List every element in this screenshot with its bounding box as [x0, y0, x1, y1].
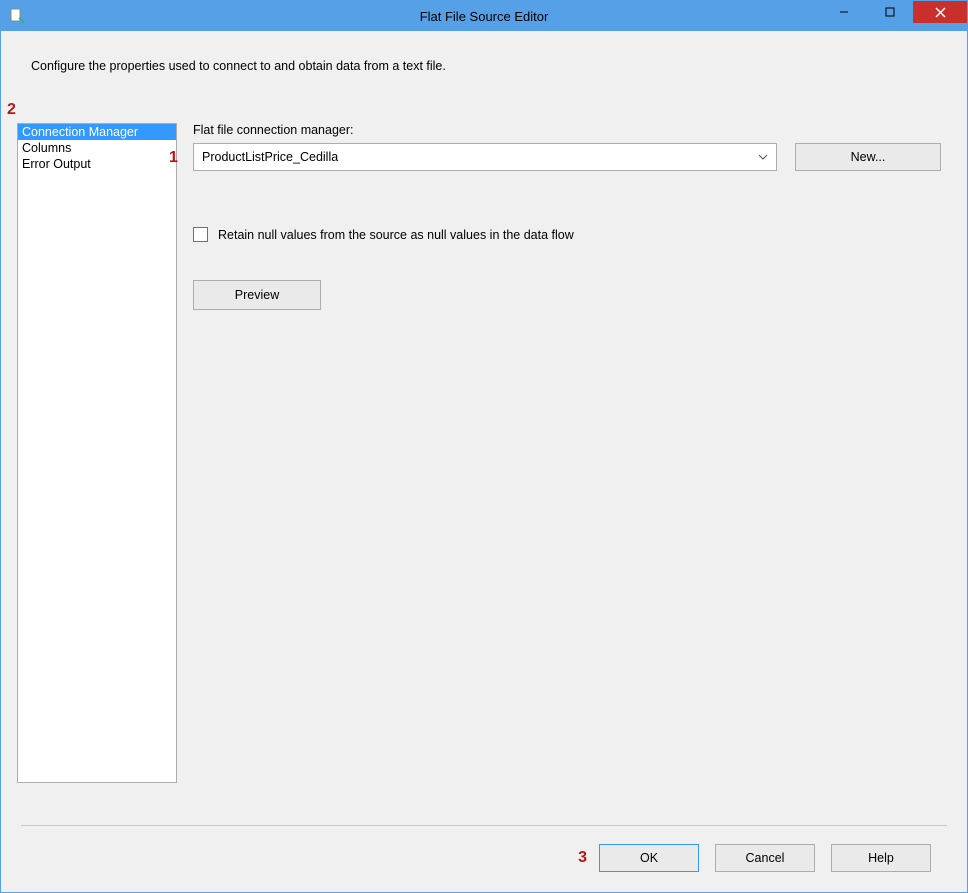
main-area: 2 Connection Manager Columns Error Outpu… [11, 83, 957, 825]
preview-button[interactable]: Preview [193, 280, 321, 310]
maximize-button[interactable] [867, 1, 913, 23]
content-panel: Flat file connection manager: 1 ProductL… [193, 123, 941, 825]
titlebar[interactable]: Flat File Source Editor [1, 1, 967, 31]
minimize-button[interactable] [821, 1, 867, 23]
retain-nulls-checkbox[interactable] [193, 227, 208, 242]
window-controls [821, 1, 967, 31]
ok-button[interactable]: OK [599, 844, 699, 872]
retain-nulls-row: Retain null values from the source as nu… [193, 227, 941, 242]
connection-manager-label: Flat file connection manager: [193, 123, 941, 137]
chevron-down-icon [758, 152, 768, 163]
connection-manager-dropdown[interactable]: ProductListPrice_Cedilla [193, 143, 777, 171]
sidebar: Connection Manager Columns Error Output [17, 123, 177, 783]
annotation-2: 2 [7, 101, 16, 119]
footer: 3 OK Cancel Help [11, 826, 957, 892]
window-title: Flat File Source Editor [420, 9, 549, 24]
close-button[interactable] [913, 1, 967, 23]
sidebar-item-columns[interactable]: Columns [18, 140, 176, 156]
retain-nulls-label: Retain null values from the source as nu… [218, 228, 574, 242]
client-area: Configure the properties used to connect… [1, 31, 967, 892]
connection-row: ProductListPrice_Cedilla New... [193, 143, 941, 171]
document-icon [9, 8, 25, 24]
connection-manager-value: ProductListPrice_Cedilla [202, 150, 338, 164]
window-frame: Flat File Source Editor Configure the pr… [0, 0, 968, 893]
help-button[interactable]: Help [831, 844, 931, 872]
page-description: Configure the properties used to connect… [11, 41, 957, 83]
sidebar-item-error-output[interactable]: Error Output [18, 156, 176, 172]
new-button[interactable]: New... [795, 143, 941, 171]
annotation-3: 3 [578, 849, 587, 867]
annotation-1: 1 [169, 149, 178, 167]
sidebar-item-connection-manager[interactable]: Connection Manager [18, 124, 176, 140]
cancel-button[interactable]: Cancel [715, 844, 815, 872]
